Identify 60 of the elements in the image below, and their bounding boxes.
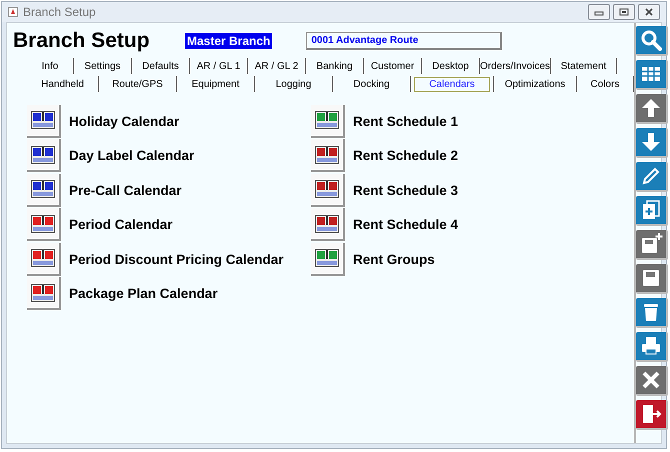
- tab[interactable]: Banking: [312, 58, 357, 74]
- restore-icon: [619, 8, 629, 16]
- calendar-button[interactable]: [311, 104, 345, 138]
- tab[interactable]: Customer: [366, 58, 418, 74]
- branch-label: Master Branch: [185, 33, 272, 49]
- route-field[interactable]: 0001 Advantage Route: [306, 32, 502, 50]
- page-title: Branch Setup: [13, 29, 151, 53]
- floppy-plus-icon: [639, 232, 663, 256]
- calendar-button[interactable]: [311, 208, 345, 242]
- print-button[interactable]: [636, 332, 668, 362]
- app-icon: [8, 7, 18, 17]
- search-icon: [639, 28, 663, 52]
- window-title: Branch Setup: [23, 5, 96, 19]
- tab[interactable]: Route/GPS: [108, 76, 167, 92]
- tab[interactable]: Logging: [272, 76, 316, 92]
- delete-button[interactable]: [636, 298, 668, 328]
- calendar-button[interactable]: [311, 242, 345, 276]
- tab[interactable]: Orders/Invoices: [476, 58, 554, 74]
- close-button[interactable]: [638, 4, 660, 20]
- calendar-label: Holiday Calendar: [69, 114, 180, 129]
- calendar-button[interactable]: [27, 277, 61, 310]
- calendar-button[interactable]: [27, 208, 61, 242]
- calendar-button[interactable]: [27, 174, 61, 207]
- calendar-button[interactable]: [27, 242, 61, 276]
- tab[interactable]: Calendars: [414, 76, 490, 92]
- calendar-label: Package Plan Calendar: [69, 286, 218, 302]
- down-button[interactable]: [636, 128, 668, 158]
- edit-button[interactable]: [636, 162, 668, 192]
- new-button[interactable]: [636, 196, 668, 226]
- minimize-button[interactable]: [588, 4, 610, 20]
- tab[interactable]: Optimizations: [500, 76, 570, 92]
- calendar-button[interactable]: [311, 174, 345, 207]
- tab[interactable]: Handheld: [37, 76, 88, 92]
- tab[interactable]: AR / GL 1: [192, 58, 244, 74]
- calendar-label: Day Label Calendar: [69, 148, 194, 164]
- calendar-button[interactable]: [27, 104, 61, 138]
- calendar-button[interactable]: [27, 139, 61, 172]
- close-icon: [644, 8, 654, 16]
- calendar-label: Period Discount Pricing Calendar: [69, 252, 284, 267]
- calendar-label: Rent Schedule 4: [353, 217, 458, 232]
- tab[interactable]: Statement: [556, 58, 610, 74]
- tab[interactable]: Docking: [349, 76, 394, 92]
- calendar-label: Rent Schedule 1: [353, 114, 458, 129]
- grid-button[interactable]: [636, 60, 668, 90]
- calendar-label: Rent Schedule 2: [353, 148, 458, 164]
- restore-button[interactable]: [613, 4, 635, 20]
- tab[interactable]: Defaults: [138, 58, 183, 74]
- search-button[interactable]: [636, 26, 668, 56]
- calendar-label: Rent Groups: [353, 252, 435, 267]
- calendar-label: Rent Schedule 3: [353, 182, 458, 198]
- calendar-label: Period Calendar: [69, 217, 173, 232]
- calendar-label: Pre-Call Calendar: [69, 182, 182, 198]
- tab[interactable]: Desktop: [428, 58, 473, 74]
- exit-button[interactable]: [636, 400, 668, 430]
- tab[interactable]: Settings: [80, 58, 125, 74]
- tab[interactable]: Info: [38, 58, 62, 74]
- tab[interactable]: Colors: [586, 76, 624, 92]
- calendar-button[interactable]: [311, 139, 345, 172]
- tab[interactable]: AR / GL 2: [250, 58, 302, 74]
- tab[interactable]: Equipment: [188, 76, 244, 92]
